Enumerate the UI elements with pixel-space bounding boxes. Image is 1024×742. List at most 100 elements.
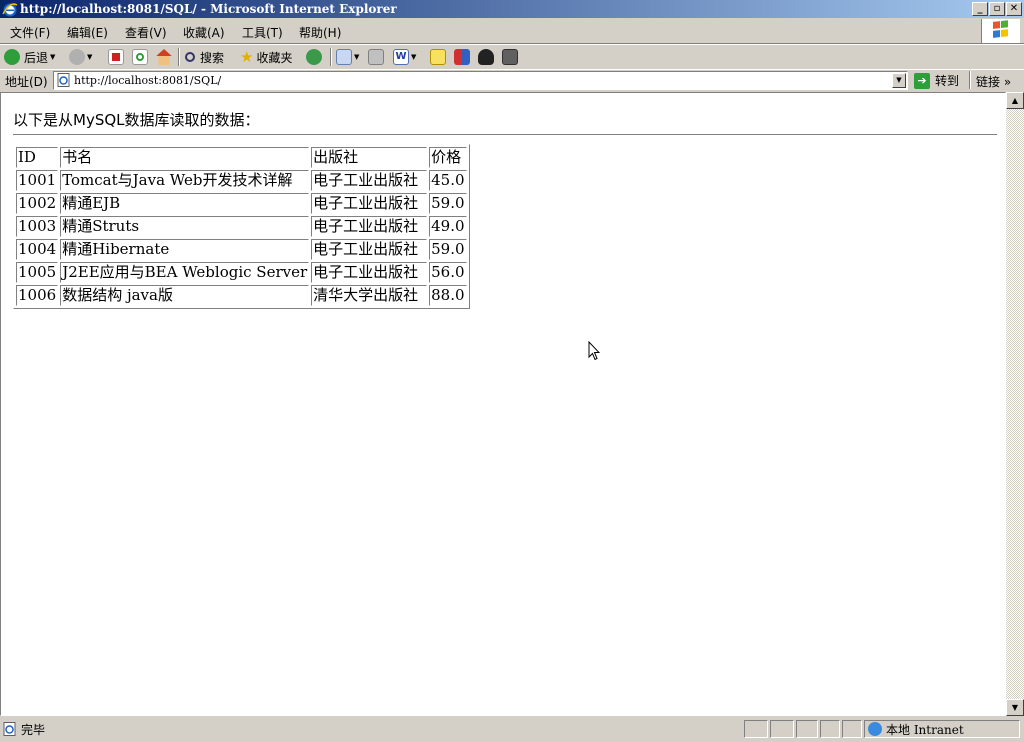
penguin-icon <box>478 49 494 65</box>
status-zone-panel: 本地 Intranet <box>864 720 1020 738</box>
messenger-icon <box>454 49 470 65</box>
stop-button[interactable] <box>108 48 124 66</box>
cell-title: 精通Hibernate <box>60 239 310 260</box>
discuss-button[interactable] <box>430 48 446 66</box>
cell-price: 49.0 <box>429 216 467 237</box>
cell-price: 88.0 <box>429 285 467 306</box>
home-button[interactable] <box>156 48 172 66</box>
menu-edit[interactable]: 编辑(E) <box>67 24 108 41</box>
menu-file[interactable]: 文件(F) <box>10 24 50 41</box>
refresh-button[interactable] <box>132 48 148 66</box>
cell-publisher: 清华大学出版社 <box>311 285 428 306</box>
cell-title: Tomcat与Java Web开发技术详解 <box>60 170 310 191</box>
status-panel <box>820 720 840 738</box>
maximize-button[interactable]: ▫ <box>989 2 1005 16</box>
address-field[interactable]: ▼ <box>53 71 908 90</box>
links-label: 链接 <box>976 75 1001 89</box>
qq-button[interactable] <box>478 48 494 66</box>
messenger-button[interactable] <box>454 48 470 66</box>
back-arrow-icon <box>4 49 20 65</box>
archive-icon <box>502 49 518 65</box>
back-dropdown-icon[interactable]: ▼ <box>50 53 55 61</box>
stop-icon <box>108 49 124 65</box>
scroll-down-button[interactable]: ▼ <box>1006 699 1024 716</box>
cell-id: 1002 <box>16 193 59 214</box>
cell-price: 45.0 <box>429 170 467 191</box>
ie-logo-icon <box>2 3 18 17</box>
zone-label: 本地 Intranet <box>886 722 964 737</box>
url-input[interactable] <box>74 73 864 88</box>
status-panel <box>770 720 794 738</box>
favorites-label: 收藏夹 <box>256 50 293 65</box>
search-label: 搜索 <box>200 50 225 65</box>
tools-button[interactable] <box>502 48 518 66</box>
cell-publisher: 电子工业出版社 <box>311 262 428 283</box>
cell-id: 1001 <box>16 170 59 191</box>
cell-title: 精通Struts <box>60 216 310 237</box>
edit-button[interactable]: W ▼ <box>393 48 416 66</box>
history-button[interactable] <box>306 48 322 66</box>
table-row: 1003 精通Struts 电子工业出版社 49.0 <box>16 216 467 237</box>
print-button[interactable] <box>368 48 384 66</box>
back-button[interactable]: 后退 ▼ <box>4 48 55 66</box>
minimize-button[interactable]: _ <box>972 2 988 16</box>
page-icon <box>57 73 70 87</box>
status-panel-main: 完毕 <box>0 720 742 738</box>
table-row: 1004 精通Hibernate 电子工业出版社 59.0 <box>16 239 467 260</box>
cell-id: 1006 <box>16 285 59 306</box>
favorites-button[interactable]: ★ 收藏夹 <box>240 48 292 66</box>
table-row: 1002 精通EJB 电子工业出版社 59.0 <box>16 193 467 214</box>
search-icon <box>185 52 195 62</box>
address-bar: 地址(D) ▼ ➔ 转到 链接 » <box>0 69 1024 93</box>
menu-help[interactable]: 帮助(H) <box>299 24 341 41</box>
mail-icon <box>336 49 352 65</box>
cell-id: 1003 <box>16 216 59 237</box>
cell-title: 数据结构 java版 <box>60 285 310 306</box>
cell-id: 1004 <box>16 239 59 260</box>
toolbar-separator <box>178 48 180 66</box>
forward-dropdown-icon[interactable]: ▼ <box>87 53 92 61</box>
header-cell-price: 价格 <box>429 147 467 168</box>
vertical-scrollbar[interactable]: ▲ ▼ <box>1006 92 1024 716</box>
forward-button[interactable]: ▼ <box>69 48 92 66</box>
header-cell-id: ID <box>16 147 59 168</box>
history-icon <box>306 49 322 65</box>
cell-price: 59.0 <box>429 193 467 214</box>
address-label: 地址(D) <box>5 75 48 89</box>
header-cell-publisher: 出版社 <box>311 147 428 168</box>
menu-favorites[interactable]: 收藏(A) <box>183 24 225 41</box>
status-panel <box>744 720 768 738</box>
back-label: 后退 <box>24 50 49 65</box>
home-icon <box>156 49 172 65</box>
address-dropdown-button[interactable]: ▼ <box>892 73 906 88</box>
mouse-cursor-icon <box>588 341 600 361</box>
horizontal-rule <box>13 134 997 136</box>
refresh-icon <box>132 49 148 65</box>
toolbar-separator <box>330 48 332 66</box>
status-text: 完毕 <box>21 722 46 737</box>
menu-view[interactable]: 查看(V) <box>125 24 167 41</box>
header-cell-title: 书名 <box>60 147 310 168</box>
close-button[interactable]: ✕ <box>1006 2 1022 16</box>
star-icon: ★ <box>240 48 254 66</box>
printer-icon <box>368 49 384 65</box>
menu-tools[interactable]: 工具(T) <box>242 24 283 41</box>
menu-bar: 文件(F) 编辑(E) 查看(V) 收藏(A) 工具(T) 帮助(H) <box>0 19 1024 44</box>
page-icon <box>3 722 16 736</box>
standard-toolbar: 后退 ▼ ▼ 搜索 ★ 收藏夹 ▼ W ▼ <box>0 44 1024 70</box>
chevron-right-icon: » <box>1003 75 1012 89</box>
scroll-up-button[interactable]: ▲ <box>1006 92 1024 109</box>
edit-dropdown-icon[interactable]: ▼ <box>411 53 416 61</box>
toolbar-separator <box>969 71 971 89</box>
page-heading: 以下是从MySQL数据库读取的数据： <box>13 111 260 129</box>
search-button[interactable]: 搜索 <box>185 48 224 66</box>
status-panel <box>796 720 818 738</box>
table-row: 1006 数据结构 java版 清华大学出版社 88.0 <box>16 285 467 306</box>
cell-id: 1005 <box>16 262 59 283</box>
mail-dropdown-icon[interactable]: ▼ <box>354 53 359 61</box>
mail-button[interactable]: ▼ <box>336 48 359 66</box>
cell-publisher: 电子工业出版社 <box>311 193 428 214</box>
cell-publisher: 电子工业出版社 <box>311 216 428 237</box>
links-button[interactable]: 链接 » <box>976 73 1011 90</box>
go-button[interactable]: ➔ 转到 <box>914 71 959 90</box>
